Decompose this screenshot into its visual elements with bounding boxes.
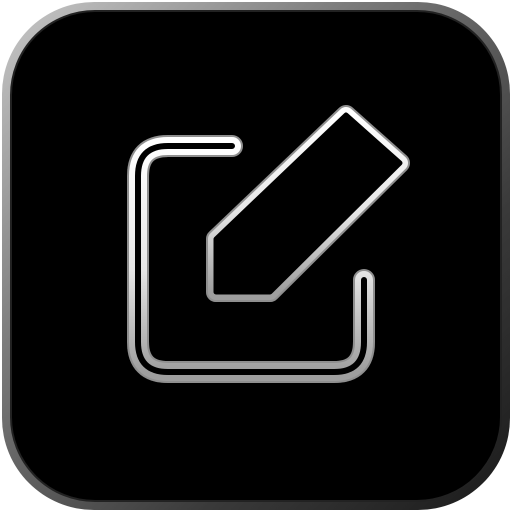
- app-icon[interactable]: [0, 0, 512, 512]
